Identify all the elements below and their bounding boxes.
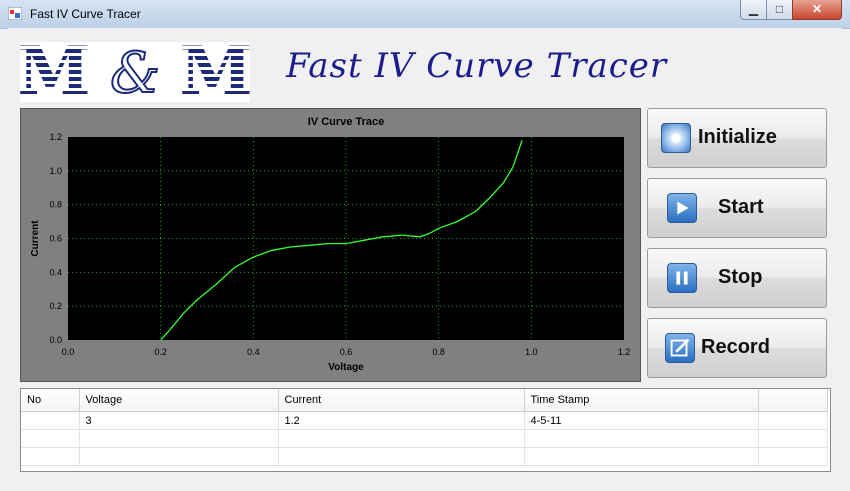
y-tick-label: 0.2 [49, 301, 62, 311]
cell-no[interactable] [21, 447, 80, 466]
table-row[interactable] [21, 429, 828, 448]
x-axis-label: Voltage [328, 362, 364, 373]
x-tick-label: 1.2 [618, 347, 631, 357]
maximize-button[interactable]: □ [766, 0, 793, 20]
x-tick-label: 0.8 [432, 347, 445, 357]
play-icon [667, 193, 697, 223]
cell-no[interactable] [21, 429, 80, 448]
x-tick-label: 0.0 [62, 347, 75, 357]
record-button[interactable]: Record [647, 318, 827, 378]
record-label: Record [701, 336, 770, 358]
close-button[interactable]: ✕ [792, 0, 842, 20]
column-header-no[interactable]: No [21, 389, 80, 412]
minimize-button[interactable]: ▁ [740, 0, 767, 20]
chart-title: IV Curve Trace [308, 116, 384, 128]
cell-current[interactable] [278, 447, 525, 466]
data-grid[interactable]: No Voltage Current Time Stamp 3 1.2 4-5-… [20, 388, 831, 472]
title-bar: Fast IV Curve Tracer ▁ □ ✕ [0, 0, 850, 29]
disc-icon [661, 123, 691, 153]
cell-filler [758, 447, 828, 466]
iv-chart-svg: IV Curve Trace 0.0 0.2 0.4 0.6 0.8 1.0 1.2 0.0 0.… [30, 116, 631, 373]
cell-timestamp[interactable] [524, 429, 759, 448]
edit-icon [665, 333, 695, 363]
cell-current[interactable]: 1.2 [278, 411, 525, 430]
initialize-label: Initialize [698, 126, 777, 148]
stop-label: Stop [718, 266, 763, 288]
x-tick-label: 0.2 [154, 347, 167, 357]
start-label: Start [718, 196, 764, 218]
cell-current[interactable] [278, 429, 525, 448]
cell-filler [758, 411, 828, 430]
x-tick-label: 0.6 [340, 347, 353, 357]
column-header-current[interactable]: Current [278, 389, 525, 412]
y-tick-label: 0.8 [49, 200, 62, 210]
table-row[interactable] [21, 447, 828, 466]
cell-timestamp[interactable] [524, 447, 759, 466]
window-title: Fast IV Curve Tracer [30, 7, 141, 21]
iv-chart: IV Curve Trace 0.0 0.2 0.4 0.6 0.8 1.0 1.2 0.0 0.… [20, 108, 641, 382]
column-header-filler [758, 389, 828, 412]
x-tick-label: 0.4 [247, 347, 260, 357]
y-tick-label: 0.0 [49, 335, 62, 345]
svg-text:M: M [179, 42, 250, 102]
y-tick-label: 1.2 [49, 132, 62, 142]
cell-no[interactable] [21, 411, 80, 430]
y-axis-label: Current [30, 220, 41, 257]
x-tick-label: 1.0 [525, 347, 538, 357]
column-header-voltage[interactable]: Voltage [79, 389, 279, 412]
svg-text:M: M [20, 42, 91, 102]
cell-voltage[interactable] [79, 447, 279, 466]
y-tick-label: 1.0 [49, 166, 62, 176]
svg-text:&: & [110, 42, 160, 102]
start-button[interactable]: Start [647, 178, 827, 238]
y-tick-label: 0.4 [49, 267, 62, 277]
cell-filler [758, 429, 828, 448]
main-form: M & M Fast IV Curve Tracer IV Curve Trac… [8, 28, 842, 483]
y-tick-label: 0.6 [49, 234, 62, 244]
initialize-button[interactable]: Initialize [647, 108, 827, 168]
app-title: Fast IV Curve Tracer [286, 46, 668, 86]
cell-voltage[interactable]: 3 [79, 411, 279, 430]
table-row[interactable]: 3 1.2 4-5-11 [21, 411, 828, 430]
pause-icon [667, 263, 697, 293]
cell-voltage[interactable] [79, 429, 279, 448]
column-header-timestamp[interactable]: Time Stamp [524, 389, 759, 412]
cell-timestamp[interactable]: 4-5-11 [524, 411, 759, 430]
app-icon [8, 7, 22, 20]
stop-button[interactable]: Stop [647, 248, 827, 308]
company-logo: M & M [20, 42, 250, 102]
